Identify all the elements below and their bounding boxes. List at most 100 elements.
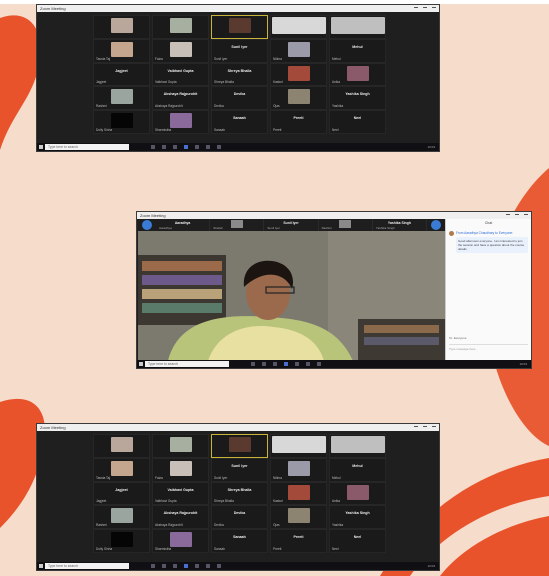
participant-tile[interactable] — [329, 434, 386, 458]
strip-participant-tile[interactable]: Sunil Iyer Sunil Iyer — [264, 219, 319, 231]
participant-tile[interactable]: Kasturi — [270, 481, 327, 506]
participant-tile[interactable]: Anika — [329, 481, 386, 506]
participant-tile[interactable] — [93, 434, 150, 458]
chat-title: Chat — [484, 221, 493, 225]
participant-tile[interactable]: Nilima — [270, 38, 327, 63]
participant-tile[interactable] — [93, 15, 150, 39]
strip-video-thumbnail — [230, 220, 243, 228]
strip-participant-tile[interactable]: Shefali — [210, 219, 265, 231]
participant-tile[interactable] — [211, 434, 268, 458]
participant-tile[interactable]: Preeti Preeti — [270, 110, 327, 134]
participant-tile[interactable]: Sanaah Sanaah — [211, 529, 268, 553]
taskbar-app-icons[interactable] — [151, 564, 221, 568]
strip-next-button[interactable] — [431, 220, 441, 230]
participant-video-thumbnail — [169, 532, 192, 548]
participant-video-thumbnail — [228, 18, 251, 33]
participant-tile[interactable] — [152, 434, 209, 458]
strip-participant-tile[interactable]: Aaradhya Aaradhya — [156, 219, 211, 231]
participant-center-name: Preeti — [293, 535, 304, 540]
participant-video-thumbnail — [110, 41, 133, 57]
participant-tile[interactable]: Sharmistha — [152, 529, 209, 553]
participant-tile[interactable]: Rashmi — [93, 505, 150, 530]
window-controls[interactable] — [506, 214, 531, 217]
participant-tile[interactable]: Sunil Iyer Sunil Iyer — [211, 38, 268, 63]
participant-name-label: Dolly Sinha — [96, 546, 113, 551]
participant-tile[interactable]: Yashika Singh Yashika — [329, 505, 386, 530]
participant-tile[interactable]: Vaibhavi Gupta Vaibhavi Gupta — [152, 62, 209, 87]
participant-tile[interactable]: Tasnia Taj — [93, 38, 150, 63]
taskbar-search-input[interactable]: Type here to search — [45, 563, 129, 569]
windows-start-icon[interactable] — [39, 145, 43, 149]
participant-tile[interactable]: Anika — [329, 62, 386, 87]
participant-grid: Tasnia Taj Faiza Sunil Iyer Sunil Iyer Nilim… — [93, 15, 386, 134]
participant-tile[interactable] — [270, 15, 327, 39]
participant-tile[interactable]: Dolly Sinha — [93, 529, 150, 553]
strip-center-name: Yashika Singh — [387, 221, 411, 225]
participant-tile[interactable]: Tasnia Taj — [93, 457, 150, 482]
participant-tile[interactable]: Devika Devika — [211, 505, 268, 530]
participant-tile[interactable] — [270, 434, 327, 458]
participant-tile[interactable]: Dolly Sinha — [93, 110, 150, 134]
participant-video-thumbnail — [287, 89, 310, 105]
participant-tile[interactable]: Sharmistha — [152, 110, 209, 134]
participant-video-thumbnail — [169, 437, 192, 452]
strip-name-label: Aaradhya — [159, 226, 172, 230]
participant-name-label: Ojas — [273, 104, 280, 109]
meeting-gallery-window-bottom: Zoom Meeting Tasnia Taj Faiza Sunil Iyer Su… — [36, 423, 440, 571]
taskbar: Type here to search 10:03 — [37, 143, 439, 151]
participant-tile[interactable]: Mehul Mehul — [329, 457, 386, 482]
participant-tile[interactable]: Kasturi — [270, 62, 327, 87]
participant-tile[interactable] — [152, 15, 209, 39]
window-title: Zoom Meeting — [40, 425, 66, 430]
participant-tile[interactable]: Preeti Preeti — [270, 529, 327, 553]
participant-tile[interactable]: Neel Neel — [329, 110, 386, 134]
participant-tile[interactable]: Jagjeet Jagjeet — [93, 62, 150, 87]
participant-video-thumbnail — [287, 484, 310, 500]
participant-name-label: Tasnia Taj — [96, 56, 111, 61]
windows-start-icon[interactable] — [39, 564, 43, 568]
taskbar-search-input[interactable]: Type here to search — [145, 361, 229, 367]
participant-tile[interactable]: Sunil Iyer Sunil Iyer — [211, 457, 268, 482]
participant-tile[interactable]: Sanaah Sanaah — [211, 110, 268, 134]
participant-tile[interactable]: Faiza — [152, 38, 209, 63]
chat-recipient-select[interactable]: To: Everyone — [449, 336, 528, 340]
participant-tile[interactable]: Mehul Mehul — [329, 38, 386, 63]
chat-input[interactable]: Type message here... — [449, 344, 528, 356]
participant-tile[interactable]: Devika Devika — [211, 86, 268, 111]
participant-tile[interactable]: Jagjeet Jagjeet — [93, 481, 150, 506]
participant-video-thumbnail — [271, 17, 326, 34]
taskbar-app-icons[interactable] — [251, 362, 321, 366]
participant-tile[interactable]: Vaibhavi Gupta Vaibhavi Gupta — [152, 481, 209, 506]
participant-video-thumbnail — [169, 18, 192, 33]
participant-tile[interactable] — [211, 15, 268, 39]
taskbar-app-icons[interactable] — [151, 145, 221, 149]
participant-tile[interactable] — [329, 15, 386, 39]
participant-name-label: Yashika — [332, 523, 344, 528]
participant-video-thumbnail — [271, 436, 326, 453]
participant-center-name: Devika — [233, 92, 246, 97]
participant-tile[interactable]: Shreya Bhalla Shreya Bhalla — [211, 481, 268, 506]
participant-tile[interactable]: Yashika Singh Yashika — [329, 86, 386, 111]
participant-tile[interactable]: Akshaya Rajpurohit Akshaya Rajpurohit — [152, 505, 209, 530]
strip-prev-button[interactable] — [142, 220, 152, 230]
chat-panel: Chat From Aaradhya Chaudhary to Everyone… — [445, 219, 531, 360]
participant-tile[interactable]: Akshaya Rajpurohit Akshaya Rajpurohit — [152, 86, 209, 111]
participant-center-name: Preeti — [293, 116, 304, 121]
strip-participant-tile[interactable]: Yashika Singh Yashika Singh — [373, 219, 428, 231]
taskbar-search-input[interactable]: Type here to search — [45, 144, 129, 150]
participant-tile[interactable]: Neel Neel — [329, 529, 386, 553]
participant-tile[interactable]: Shreya Bhalla Shreya Bhalla — [211, 62, 268, 87]
participant-name-label: Nilima — [273, 56, 282, 61]
strip-participant-tile[interactable]: Rashmi — [319, 219, 373, 231]
participant-video-thumbnail — [169, 113, 192, 129]
participant-name-label: Faiza — [155, 56, 163, 61]
participant-tile[interactable]: Ojas — [270, 86, 327, 111]
participant-tile[interactable]: Rashmi — [93, 86, 150, 111]
participant-name-label: Neel — [332, 546, 339, 551]
participant-tile[interactable]: Faiza — [152, 457, 209, 482]
windows-start-icon[interactable] — [139, 362, 143, 366]
participant-tile[interactable]: Nilima — [270, 457, 327, 482]
window-controls[interactable] — [414, 426, 439, 429]
participant-tile[interactable]: Ojas — [270, 505, 327, 530]
window-controls[interactable] — [414, 7, 439, 10]
